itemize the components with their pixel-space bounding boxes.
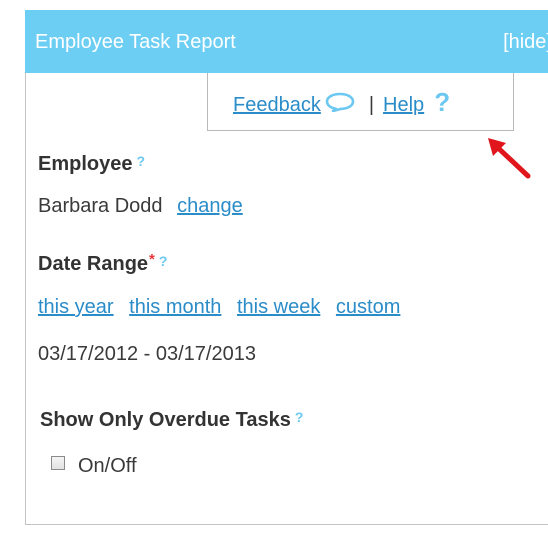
employee-help-icon[interactable]: ? (136, 153, 145, 169)
help-question-icon[interactable]: ? (434, 87, 450, 117)
hide-toggle[interactable]: [hide] (503, 31, 548, 54)
help-separator: | (368, 94, 375, 116)
overdue-checkbox-label[interactable]: On/Off (78, 455, 137, 478)
annotation-arrow-icon (488, 138, 531, 179)
range-this-month-link[interactable]: this month (129, 296, 221, 318)
employee-row: Barbara Dodd change (38, 195, 243, 218)
panel-title: Employee Task Report (35, 31, 236, 53)
date-range-value: 03/17/2012 - 03/17/2013 (38, 343, 256, 365)
range-custom-link[interactable]: custom (336, 296, 400, 318)
panel-header: Employee Task Report [hide] (25, 10, 548, 73)
speech-bubble-icon[interactable] (325, 92, 355, 118)
help-bar: Feedback | Help? (207, 73, 514, 131)
overdue-checkbox[interactable] (51, 456, 65, 470)
range-this-week-link[interactable]: this week (237, 296, 320, 318)
date-range-label: Date Range*? (38, 251, 168, 275)
range-this-year-link[interactable]: this year (38, 296, 114, 318)
change-employee-link[interactable]: change (177, 195, 243, 217)
help-link[interactable]: Help (383, 94, 424, 116)
employee-label: Employee? (38, 153, 146, 175)
feedback-link[interactable]: Feedback (233, 94, 321, 116)
date-range-help-icon[interactable]: ? (159, 253, 168, 269)
overdue-help-icon[interactable]: ? (295, 409, 304, 425)
employee-name: Barbara Dodd (38, 195, 163, 217)
date-range-options: this year this month this week custom (38, 296, 410, 319)
overdue-label: Show Only Overdue Tasks? (40, 409, 304, 431)
required-mark: * (149, 251, 155, 268)
